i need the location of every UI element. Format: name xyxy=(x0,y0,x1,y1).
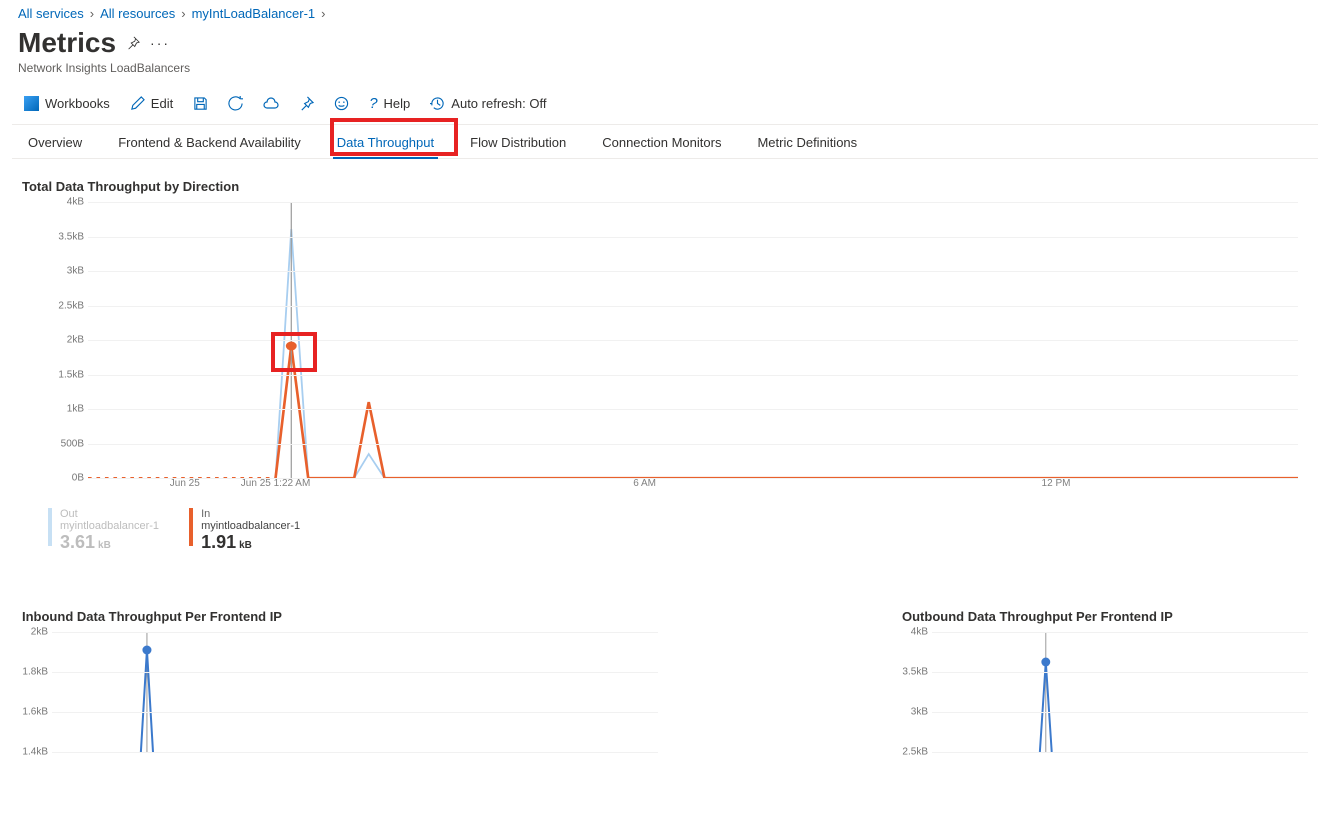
breadcrumb: All services › All resources › myIntLoad… xyxy=(18,6,1318,21)
pin-icon[interactable] xyxy=(126,36,140,50)
legend-value: 3.61kB xyxy=(60,532,159,553)
y-axis-tick: 4kB xyxy=(898,627,928,638)
tab-availability[interactable]: Frontend & Backend Availability xyxy=(114,125,305,158)
refresh-icon xyxy=(228,96,243,111)
smiley-icon xyxy=(334,96,349,111)
outbound-chart[interactable]: 4kB3.5kB3kB2.5kB xyxy=(898,632,1308,752)
chevron-right-icon: › xyxy=(90,6,94,21)
y-axis-tick: 3.5kB xyxy=(898,667,928,678)
pin-icon xyxy=(299,96,314,111)
toolbar: Workbooks Edit ? Help xyxy=(18,91,1318,122)
y-axis-tick: 2kB xyxy=(18,627,48,638)
x-axis-tick: Jun 25 1:22 AM xyxy=(241,478,311,489)
chart-legend: Out myintloadbalancer-1 3.61kB In myintl… xyxy=(48,508,1318,553)
y-axis-tick: 1.5kB xyxy=(48,369,84,380)
legend-resource: myintloadbalancer-1 xyxy=(60,520,159,532)
tab-overview[interactable]: Overview xyxy=(24,125,86,158)
y-axis-tick: 3kB xyxy=(898,707,928,718)
auto-refresh-button[interactable]: Auto refresh: Off xyxy=(424,92,552,115)
legend-color-swatch xyxy=(189,508,193,546)
workbooks-button[interactable]: Workbooks xyxy=(18,92,116,115)
legend-out[interactable]: Out myintloadbalancer-1 3.61kB xyxy=(48,508,159,553)
page-subtitle: Network Insights LoadBalancers xyxy=(18,61,1318,75)
x-axis-tick: 12 PM xyxy=(1042,478,1071,489)
pencil-icon xyxy=(130,96,145,111)
legend-series-name: Out xyxy=(60,508,159,520)
tab-metric-definitions[interactable]: Metric Definitions xyxy=(753,125,861,158)
legend-in[interactable]: In myintloadbalancer-1 1.91kB xyxy=(189,508,300,553)
save-button[interactable] xyxy=(187,92,214,115)
breadcrumb-item[interactable]: myIntLoadBalancer-1 xyxy=(192,6,316,21)
breadcrumb-item[interactable]: All resources xyxy=(100,6,175,21)
edit-label: Edit xyxy=(151,96,173,111)
legend-color-swatch xyxy=(48,508,52,546)
y-axis-tick: 1.4kB xyxy=(18,747,48,758)
tab-data-throughput[interactable]: Data Throughput xyxy=(333,125,438,158)
workbooks-label: Workbooks xyxy=(45,96,110,111)
y-axis-tick: 2kB xyxy=(48,335,84,346)
legend-series-name: In xyxy=(201,508,300,520)
legend-value: 1.91kB xyxy=(201,532,300,553)
chevron-right-icon: › xyxy=(321,6,325,21)
y-axis-tick: 3kB xyxy=(48,266,84,277)
chart-title: Inbound Data Throughput Per Frontend IP xyxy=(22,609,658,624)
tab-connection-monitors[interactable]: Connection Monitors xyxy=(598,125,725,158)
y-axis-tick: 500B xyxy=(48,438,84,449)
y-axis-tick: 2.5kB xyxy=(48,300,84,311)
y-axis-tick: 1kB xyxy=(48,404,84,415)
save-icon xyxy=(193,96,208,111)
cloud-icon xyxy=(263,96,279,112)
page-title: Metrics xyxy=(18,27,116,59)
notify-button[interactable] xyxy=(257,92,285,116)
chart-title: Outbound Data Throughput Per Frontend IP xyxy=(902,609,1308,624)
workbooks-icon xyxy=(24,96,39,111)
more-icon[interactable]: ··· xyxy=(150,35,170,51)
help-label: Help xyxy=(384,96,411,111)
chart-title: Total Data Throughput by Direction xyxy=(22,179,1318,194)
pin-button[interactable] xyxy=(293,92,320,115)
main-chart[interactable]: Jun 25Jun 25 1:22 AM6 AM12 PM 4kB3.5kB3k… xyxy=(18,202,1318,502)
legend-resource: myintloadbalancer-1 xyxy=(201,520,300,532)
feedback-button[interactable] xyxy=(328,92,355,115)
breadcrumb-item[interactable]: All services xyxy=(18,6,84,21)
help-icon: ? xyxy=(369,95,377,112)
x-axis-tick: 6 AM xyxy=(633,478,656,489)
auto-refresh-label: Auto refresh: Off xyxy=(451,96,546,111)
inbound-chart[interactable]: 2kB1.8kB1.6kB1.4kB xyxy=(18,632,658,752)
help-button[interactable]: ? Help xyxy=(363,91,416,116)
y-axis-tick: 0B xyxy=(48,473,84,484)
edit-button[interactable]: Edit xyxy=(124,92,179,115)
page-header: Metrics ··· xyxy=(18,27,1318,59)
y-axis-tick: 1.8kB xyxy=(18,667,48,678)
history-icon xyxy=(430,96,445,111)
y-axis-tick: 3.5kB xyxy=(48,231,84,242)
tabs: Overview Frontend & Backend Availability… xyxy=(12,124,1318,159)
tab-flow-distribution[interactable]: Flow Distribution xyxy=(466,125,570,158)
y-axis-tick: 4kB xyxy=(48,197,84,208)
refresh-button[interactable] xyxy=(222,92,249,115)
chevron-right-icon: › xyxy=(181,6,185,21)
x-axis-tick: Jun 25 xyxy=(170,478,200,489)
y-axis-tick: 1.6kB xyxy=(18,707,48,718)
y-axis-tick: 2.5kB xyxy=(898,747,928,758)
